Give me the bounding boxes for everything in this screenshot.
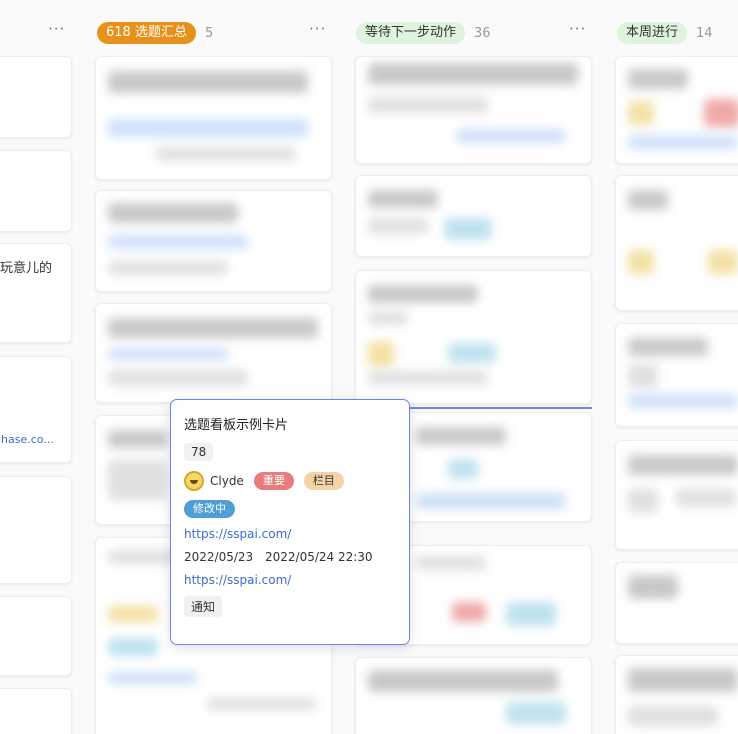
card[interactable] — [0, 150, 72, 232]
card-number: 78 — [184, 443, 214, 461]
tag-important: 重要 — [253, 472, 294, 490]
column-count: 36 — [474, 25, 491, 41]
avatar — [184, 471, 204, 491]
date-start: 2022/05/23 — [184, 550, 254, 564]
column-header-618[interactable]: 618 选题汇总 5 — [97, 20, 213, 46]
column-header-this-week[interactable]: 本周进行 14 — [617, 20, 713, 46]
card[interactable] — [95, 56, 332, 180]
card[interactable] — [615, 323, 738, 427]
card-popup[interactable]: 选题看板示例卡片 78 Clyde 重要 栏目 修改中 https://sspa… — [170, 399, 410, 645]
card[interactable] — [95, 303, 332, 403]
column-title-pill: 本周进行 — [617, 22, 688, 44]
column-count: 14 — [696, 25, 713, 41]
card-link-2[interactable]: https://sspai.com/ — [184, 573, 396, 587]
status-badge: 修改中 — [184, 500, 235, 518]
card[interactable] — [355, 657, 592, 734]
card[interactable] — [0, 476, 72, 584]
column-more-menu-icon[interactable]: ··· — [569, 20, 586, 38]
card[interactable] — [615, 562, 738, 644]
card[interactable] — [0, 56, 72, 138]
tag-column: 栏目 — [303, 472, 344, 490]
column-more-menu-icon[interactable]: ··· — [309, 20, 326, 38]
card-title: 选题看板示例卡片 — [184, 418, 289, 433]
date-end: 2022/05/24 22:30 — [265, 550, 373, 564]
column-title-pill: 618 选题汇总 — [97, 22, 196, 44]
card-title-fragment: 玩意儿的 — [0, 261, 53, 276]
column-title-pill: 等待下一步动作 — [356, 22, 466, 44]
card[interactable]: hase.co... — [0, 356, 72, 463]
card[interactable] — [95, 190, 332, 292]
card[interactable] — [355, 56, 592, 164]
card-dates: 2022/05/23 2022/05/24 22:30 — [184, 550, 396, 564]
card[interactable] — [615, 56, 738, 164]
card[interactable] — [355, 270, 592, 404]
card-user: Clyde — [210, 474, 244, 488]
notice-tag: 通知 — [184, 596, 223, 617]
column-header-waiting[interactable]: 等待下一步动作 36 — [356, 20, 491, 46]
card[interactable] — [615, 655, 738, 734]
card[interactable] — [0, 688, 72, 734]
card[interactable] — [355, 175, 592, 257]
card[interactable] — [615, 440, 738, 550]
column-count: 5 — [204, 25, 214, 41]
card-link-fragment[interactable]: hase.co... — [1, 433, 54, 446]
column-more-menu-icon[interactable]: ··· — [48, 20, 65, 38]
card-link[interactable]: https://sspai.com/ — [184, 527, 396, 541]
card[interactable] — [0, 596, 72, 676]
card[interactable] — [615, 175, 738, 311]
card[interactable]: 玩意儿的 — [0, 243, 72, 343]
